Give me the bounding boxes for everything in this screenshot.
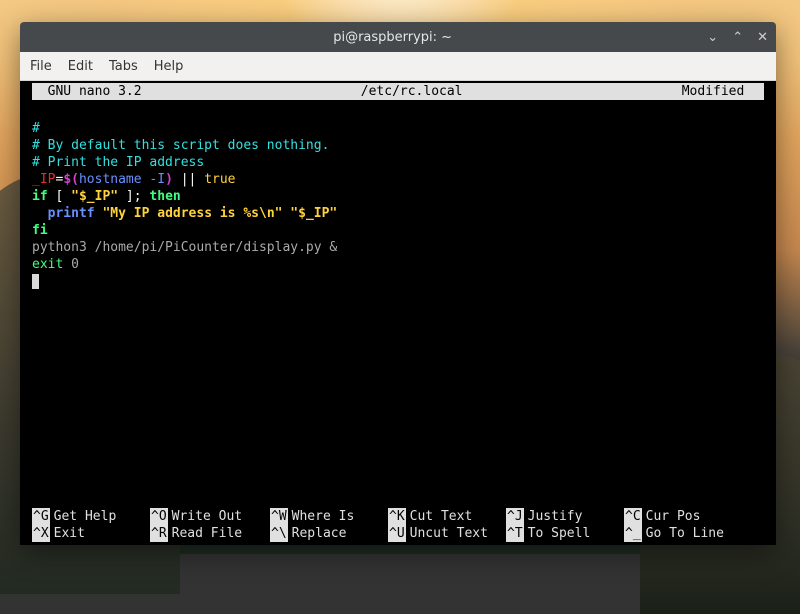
terminal-area[interactable]: GNU nano 3.2 /etc/rc.local Modified # # … [20, 81, 776, 545]
shortcut-key: ^C [624, 508, 642, 525]
shortcut-key: ^T [506, 525, 524, 542]
code-line: fi [32, 222, 764, 239]
nano-version: GNU nano 3.2 [32, 83, 142, 100]
nano-filename: /etc/rc.local [142, 83, 682, 100]
shortcut-read-file[interactable]: ^RRead File [150, 525, 270, 542]
shortcut-key: ^_ [624, 525, 642, 542]
window-titlebar[interactable]: pi@raspberrypi: ~ ⌄ ⌃ ✕ [20, 22, 776, 52]
code-line: printf "My IP address is %s\n" "$_IP" [32, 205, 764, 222]
shortcut-key: ^O [150, 508, 168, 525]
shortcut-label: Cut Text [406, 508, 473, 525]
shortcut-label: Read File [168, 525, 242, 542]
shortcut-get-help[interactable]: ^GGet Help [32, 508, 150, 525]
shortcut-write-out[interactable]: ^OWrite Out [150, 508, 270, 525]
shortcut-label: Uncut Text [406, 525, 488, 542]
shortcut-label: Write Out [168, 508, 242, 525]
code-line: # [32, 120, 764, 137]
shortcut-label: Justify [524, 508, 583, 525]
code-line: exit 0 [32, 256, 764, 273]
shortcut-uncut-text[interactable]: ^UUncut Text [388, 525, 506, 542]
shortcut-label: Cur Pos [642, 508, 701, 525]
shortcut-label: Go To Line [642, 525, 724, 542]
window-close-icon[interactable]: ✕ [757, 30, 768, 45]
text-cursor [32, 274, 39, 289]
shortcut-where-is[interactable]: ^WWhere Is [270, 508, 388, 525]
cursor-line [32, 273, 764, 290]
shortcut-key: ^G [32, 508, 50, 525]
shortcut-to-spell[interactable]: ^TTo Spell [506, 525, 624, 542]
menu-file[interactable]: File [30, 59, 52, 74]
shortcut-label: Exit [50, 525, 85, 542]
shortcut-cur-pos[interactable]: ^CCur Pos [624, 508, 754, 525]
window-minimize-icon[interactable]: ⌄ [707, 30, 718, 45]
shortcut-exit[interactable]: ^XExit [32, 525, 150, 542]
code-line: if [ "$_IP" ]; then [32, 188, 764, 205]
nano-shortcut-bar: ^GGet Help^OWrite Out^WWhere Is^KCut Tex… [24, 508, 772, 542]
code-line: # By default this script does nothing. [32, 137, 764, 154]
shortcut-go-to-line[interactable]: ^_Go To Line [624, 525, 754, 542]
shortcut-key: ^W [270, 508, 288, 525]
shortcut-justify[interactable]: ^JJustify [506, 508, 624, 525]
menubar: File Edit Tabs Help [20, 52, 776, 81]
shortcut-key: ^X [32, 525, 50, 542]
shortcut-key: ^U [388, 525, 406, 542]
nano-modified-flag: Modified [682, 83, 764, 100]
shortcut-label: Get Help [50, 508, 117, 525]
shortcut-key: ^K [388, 508, 406, 525]
terminal-window: pi@raspberrypi: ~ ⌄ ⌃ ✕ File Edit Tabs H… [20, 22, 776, 545]
shortcut-key: ^J [506, 508, 524, 525]
menu-tabs[interactable]: Tabs [109, 59, 138, 74]
code-line: _IP=$(hostname -I) || true [32, 171, 764, 188]
menu-edit[interactable]: Edit [68, 59, 93, 74]
nano-statusbar: GNU nano 3.2 /etc/rc.local Modified [32, 83, 764, 100]
shortcut-key: ^\ [270, 525, 288, 542]
shortcut-label: Replace [288, 525, 347, 542]
code-line: python3 /home/pi/PiCounter/display.py & [32, 239, 764, 256]
code-line: # Print the IP address [32, 154, 764, 171]
shortcut-replace[interactable]: ^\Replace [270, 525, 388, 542]
shortcut-cut-text[interactable]: ^KCut Text [388, 508, 506, 525]
nano-editor[interactable]: # # By default this script does nothing.… [24, 103, 772, 290]
shortcut-label: Where Is [288, 508, 355, 525]
shortcut-label: To Spell [524, 525, 591, 542]
window-maximize-icon[interactable]: ⌃ [732, 30, 743, 45]
menu-help[interactable]: Help [154, 59, 184, 74]
window-title: pi@raspberrypi: ~ [78, 30, 707, 45]
shortcut-key: ^R [150, 525, 168, 542]
